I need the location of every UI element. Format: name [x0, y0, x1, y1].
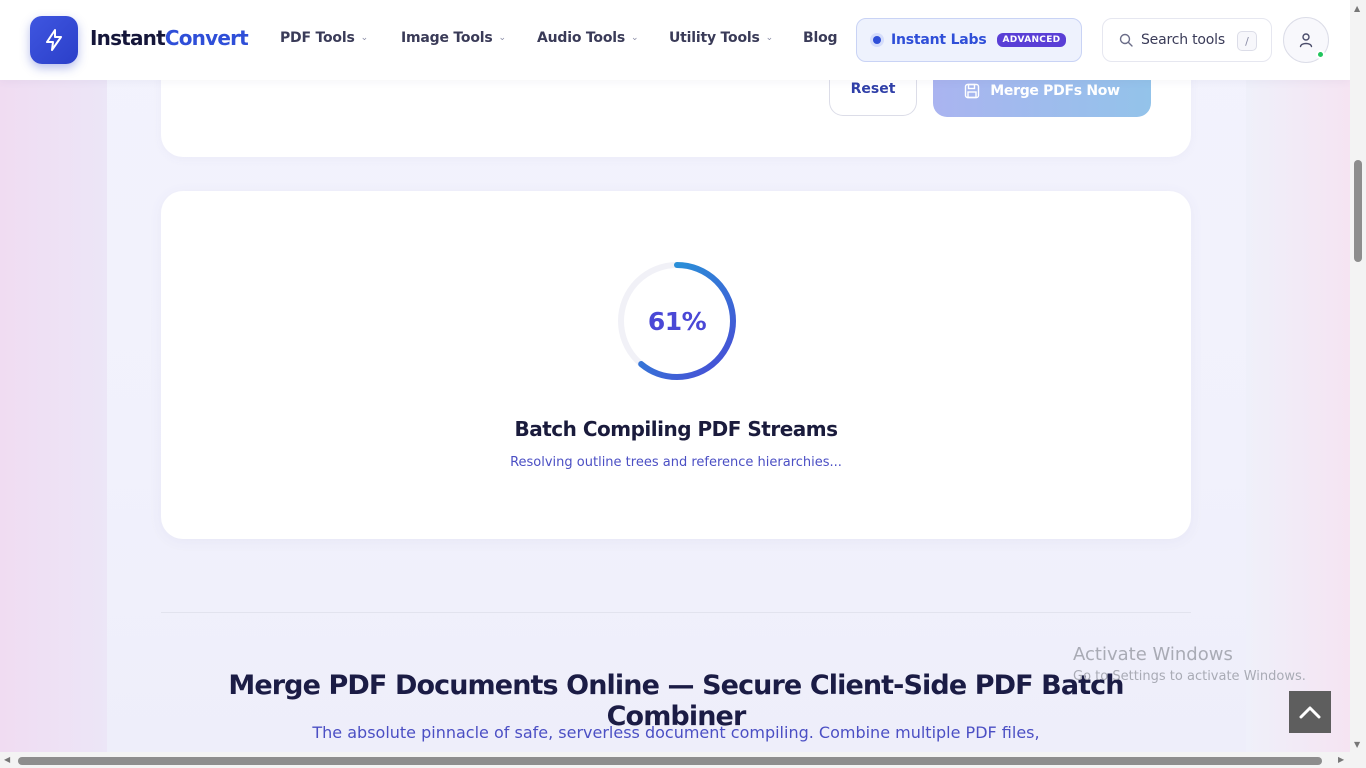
search-icon: [1119, 33, 1133, 47]
save-icon: [965, 83, 980, 99]
scroll-down-arrow-icon[interactable]: ▼: [1354, 740, 1360, 749]
user-avatar-button[interactable]: [1283, 17, 1329, 63]
nav-item-image-tools[interactable]: Image Tools ⌄: [401, 30, 506, 46]
scroll-up-arrow-icon[interactable]: ▲: [1354, 4, 1360, 13]
nav-item-label: Image Tools: [401, 30, 493, 46]
brand-name-part1: Instant: [90, 26, 166, 50]
merge-pdfs-label: Merge PDFs Now: [990, 83, 1120, 99]
nav-item-audio-tools[interactable]: Audio Tools ⌄: [537, 30, 639, 46]
chevron-down-icon: ⌄: [630, 33, 639, 43]
progress-stage-title: Batch Compiling PDF Streams: [514, 417, 838, 441]
status-dot-icon: [873, 36, 881, 44]
instant-labs-button[interactable]: Instant Labs ADVANCED: [856, 18, 1082, 62]
search-tools-input[interactable]: Search tools /: [1102, 18, 1272, 62]
nav-item-label: Blog: [803, 30, 838, 46]
search-placeholder: Search tools: [1141, 32, 1225, 48]
processing-progress-card: 61% Batch Compiling PDF Streams Resolvin…: [161, 191, 1191, 539]
nav-item-label: Audio Tools: [537, 30, 625, 46]
scroll-right-arrow-icon[interactable]: ▶: [1338, 755, 1344, 764]
chevron-down-icon: ⌄: [765, 33, 774, 43]
chevron-up-icon: [1299, 706, 1321, 719]
horizontal-scrollbar[interactable]: ◀ ▶: [0, 752, 1350, 768]
logo-badge[interactable]: [30, 16, 78, 64]
top-navbar: InstantConvert PDF Tools ⌄ Image Tools ⌄…: [0, 0, 1350, 80]
brand-name[interactable]: InstantConvert: [90, 26, 249, 50]
progress-percent: 61%: [647, 306, 707, 336]
search-shortcut-key: /: [1237, 31, 1257, 51]
nav-item-label: PDF Tools: [280, 30, 355, 46]
instant-labs-label: Instant Labs: [891, 32, 987, 48]
lightning-icon: [46, 29, 62, 51]
os-activation-watermark-hint: Go to Settings to activate Windows.: [1073, 669, 1306, 684]
nav-item-pdf-tools[interactable]: PDF Tools ⌄: [280, 30, 368, 46]
brand-name-part2: Convert: [164, 26, 249, 50]
online-status-dot: [1316, 50, 1325, 59]
nav-item-blog[interactable]: Blog: [803, 30, 838, 46]
back-to-top-button[interactable]: [1289, 691, 1331, 733]
page-description: The absolute pinnacle of safe, serverles…: [312, 723, 1040, 742]
progress-ring: 61%: [615, 259, 739, 383]
section-divider: [161, 612, 1191, 613]
os-activation-watermark-title: Activate Windows: [1073, 644, 1233, 665]
chevron-down-icon: ⌄: [498, 33, 507, 43]
vertical-scroll-thumb[interactable]: [1354, 160, 1362, 262]
advanced-badge: ADVANCED: [996, 33, 1067, 47]
nav-item-utility-tools[interactable]: Utility Tools ⌄: [669, 30, 773, 46]
chevron-down-icon: ⌄: [360, 33, 369, 43]
horizontal-scroll-thumb[interactable]: [18, 757, 1322, 765]
progress-stage-subtitle: Resolving outline trees and reference hi…: [510, 455, 842, 470]
scroll-left-arrow-icon[interactable]: ◀: [4, 755, 10, 764]
vertical-scrollbar[interactable]: ▲ ▼: [1350, 0, 1366, 768]
nav-item-label: Utility Tools: [669, 30, 760, 46]
user-icon: [1299, 33, 1313, 48]
